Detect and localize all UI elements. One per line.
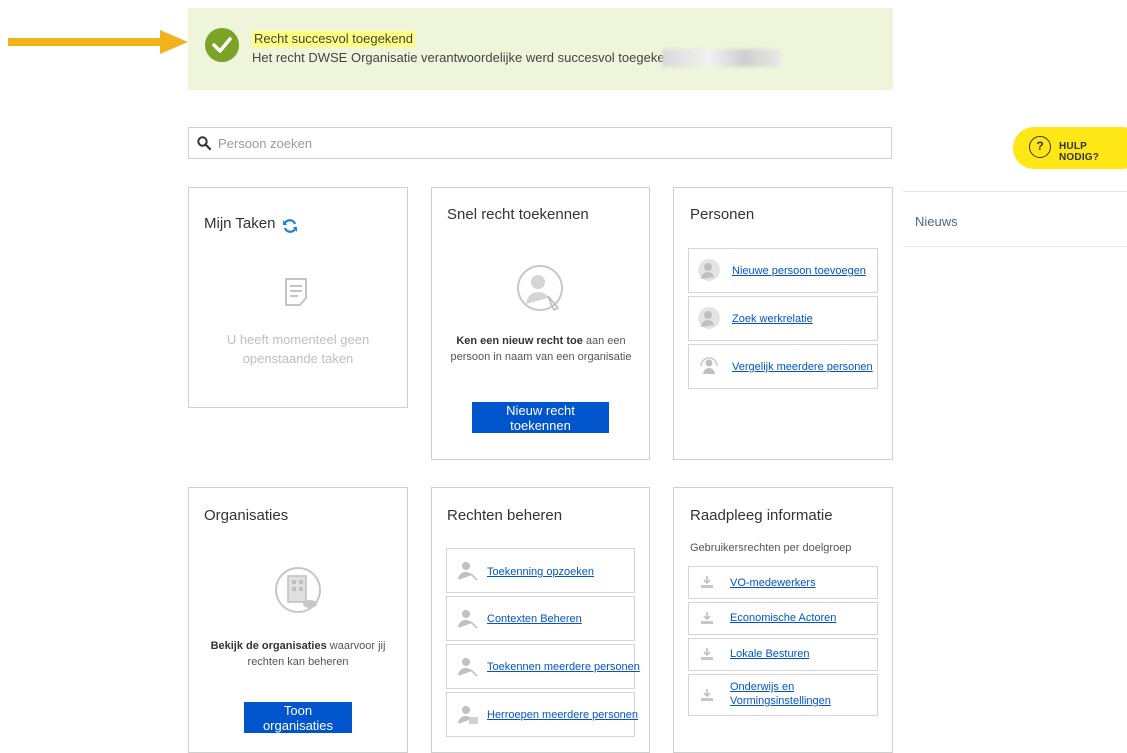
news-link[interactable]: Nieuws: [915, 214, 958, 229]
question-icon: ?: [1029, 136, 1051, 158]
users-key-icon: [458, 658, 478, 677]
banner-message: Het recht DWSE Organisatie verantwoordel…: [252, 50, 705, 65]
link-toekennen-meerdere[interactable]: Toekennen meerdere personen: [487, 661, 640, 674]
nieuw-recht-button[interactable]: Nieuw recht toekennen: [472, 402, 609, 433]
search-icon: [197, 136, 211, 150]
empty-text-line1: U heeft momenteel geen: [226, 332, 370, 347]
users-compare-icon: [700, 357, 718, 374]
card-title: Personen: [690, 206, 755, 223]
download-icon: [701, 689, 713, 701]
description: Bekijk de organisaties waarvoor jij rech…: [196, 638, 400, 670]
desc-rest: aan een: [582, 335, 626, 347]
card-title: Rechten beheren: [447, 507, 563, 524]
desc-line2: rechten kan beheren: [247, 656, 349, 668]
link-nieuwe-persoon[interactable]: Nieuwe persoon toevoegen: [732, 265, 866, 278]
arrow-annotation: [8, 30, 188, 54]
desc-rest: waarvoor jij: [326, 640, 386, 652]
description: Ken een nieuw recht toe aan een persoon …: [441, 333, 641, 365]
link-onderwijs[interactable]: Onderwijs en: [730, 681, 794, 694]
link-herroepen-meerdere[interactable]: Herroepen meerdere personen: [487, 709, 638, 722]
desc-bold: Bekijk de organisaties: [210, 640, 327, 652]
link-contexten-beheren[interactable]: Contexten Beheren: [487, 613, 582, 626]
link-vormingsinstellingen[interactable]: Vormingsinstellingen: [730, 695, 831, 708]
card-title: Organisaties: [204, 507, 289, 524]
user-key-icon: [458, 562, 478, 581]
link-toekenning-opzoeken[interactable]: Toekenning opzoeken: [487, 566, 594, 579]
card-title: Raadpleeg informatie: [690, 507, 833, 524]
divider: [903, 246, 1127, 247]
search-input[interactable]: [218, 130, 818, 156]
user-remove-icon: [458, 706, 478, 724]
link-lokale-besturen[interactable]: Lokale Besturen: [730, 648, 810, 661]
user-key-icon: [458, 610, 478, 629]
building-icon: [275, 567, 321, 613]
success-banner: [188, 8, 893, 90]
desc-bold: Ken een nieuw recht toe: [456, 335, 583, 347]
user-search-icon: [698, 307, 720, 329]
refresh-icon[interactable]: [282, 218, 298, 234]
link-zoek-werkrelatie[interactable]: Zoek werkrelatie: [732, 313, 813, 326]
document-icon: [285, 278, 307, 306]
banner-title: Recht succesvol toegekend: [252, 31, 415, 47]
card-title: Mijn Taken: [204, 215, 276, 232]
check-icon: [205, 28, 239, 62]
link-vergelijk-personen[interactable]: Vergelijk meerdere personen: [732, 361, 873, 374]
card-title: Snel recht toekennen: [447, 206, 589, 223]
redacted-name: [662, 49, 780, 67]
desc-line2: persoon in naam van een organisatie: [450, 351, 632, 363]
divider: [903, 191, 1127, 192]
user-add-icon: [698, 259, 720, 281]
card-subtitle: Gebruikersrechten per doelgroep: [690, 542, 852, 554]
help-label: HULP NODIG?: [1059, 141, 1100, 163]
link-economische-actoren[interactable]: Economische Actoren: [730, 612, 836, 625]
download-icon: [701, 576, 713, 588]
link-vo-medewerkers[interactable]: VO-medewerkers: [730, 577, 816, 590]
user-key-icon: [517, 265, 563, 312]
toon-organisaties-button[interactable]: Toon organisaties: [244, 702, 352, 733]
download-icon: [701, 648, 713, 660]
empty-text-line2: openstaande taken: [242, 351, 354, 366]
download-icon: [701, 612, 713, 624]
